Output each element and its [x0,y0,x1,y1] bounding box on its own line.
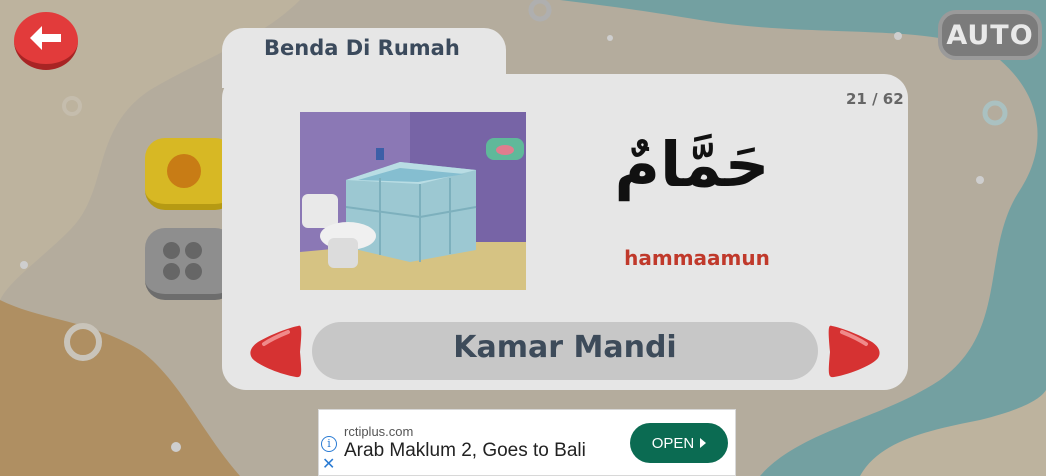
meaning-label: Kamar Mandi [453,330,677,365]
card-counter: 21 / 62 [846,90,904,108]
ad-open-label: OPEN [651,434,695,452]
ad-open-button[interactable]: OPEN [630,423,728,463]
back-button[interactable] [14,12,78,70]
arabic-word: حَمَّامٌ [614,128,770,201]
bathroom-illustration [300,112,526,290]
red-triangle-right-icon[interactable] [828,322,882,380]
arrow-left-icon [30,26,61,50]
info-icon[interactable]: i [321,436,337,452]
red-triangle-left-icon[interactable] [248,322,302,380]
auto-button[interactable]: AUTO [938,10,1042,60]
record-dot-icon [167,154,201,188]
ad-title[interactable]: Arab Maklum 2, Goes to Bali [344,440,586,462]
play-triangle-icon [700,438,707,448]
grid-menu-icon [163,242,207,282]
category-title: Benda Di Rumah [264,36,460,60]
ad-domain: rctiplus.com [344,424,414,439]
transliteration: hammaamun [624,246,770,270]
close-icon[interactable]: ✕ [322,456,335,472]
